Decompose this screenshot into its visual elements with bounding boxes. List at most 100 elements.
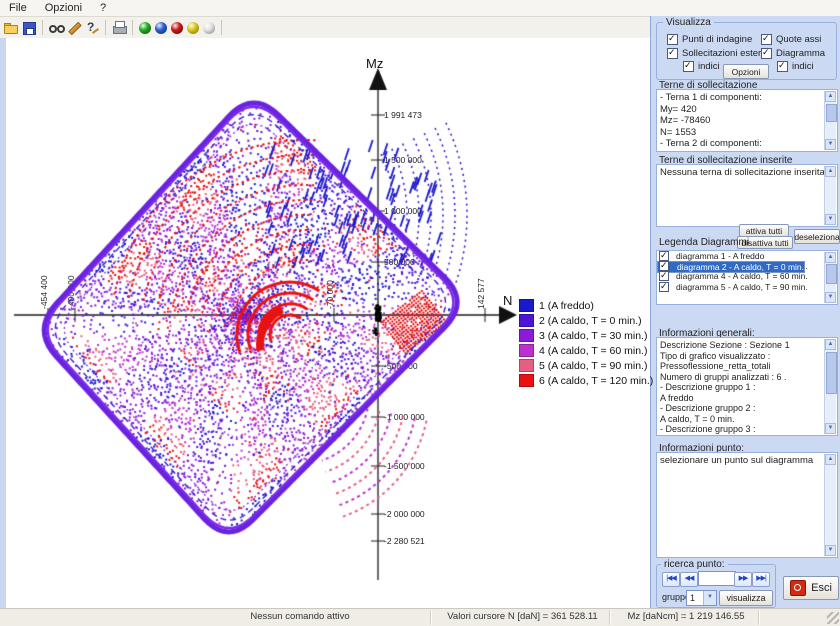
menu-bar: FileOpzioni?	[0, 0, 840, 17]
open-folder-icon[interactable]	[3, 20, 19, 36]
diagrammi-scrollbar[interactable]: ▲ ▼	[824, 252, 836, 303]
opzioni-button[interactable]: Opzioni	[723, 64, 769, 79]
info-generali-line: - Descrizione gruppo 3 :	[657, 424, 837, 435]
sphere-blue-icon[interactable]	[155, 22, 167, 34]
visualizza-checkbox-item[interactable]: Sollecitazioni esterne	[667, 48, 772, 59]
terne-scrollbar[interactable]: ▲ ▼	[824, 91, 836, 150]
legend-swatch	[519, 314, 534, 327]
info-punto-scrollbar[interactable]: ▲ ▼	[824, 454, 836, 556]
deseleziona-button[interactable]: deseleziona	[794, 229, 840, 244]
toolbar-separator	[105, 20, 106, 35]
info-generali-textbox[interactable]: Descrizione Sezione : Sezione 1Tipo di g…	[656, 337, 838, 436]
y-tick-label: 1 000 000	[384, 206, 422, 216]
status-cursor-n: Valori cursore N [daN] = 361 528.11	[435, 611, 610, 622]
terne-inserite-textbox[interactable]: Nessuna terna di sollecitazione inserita…	[656, 164, 838, 227]
sphere-red-icon[interactable]	[171, 22, 183, 34]
save-icon[interactable]	[21, 20, 37, 36]
scroll-thumb[interactable]	[826, 104, 837, 122]
visualizza-checkbox-item[interactable]: indici	[683, 61, 720, 72]
checkbox-icon[interactable]	[761, 34, 772, 45]
checkbox-icon[interactable]	[777, 61, 788, 72]
previous-point-button[interactable]	[680, 572, 698, 587]
checkbox-icon[interactable]	[667, 48, 678, 59]
scroll-down-icon[interactable]: ▼	[825, 139, 836, 150]
y-tick-label: -1 500 000	[384, 461, 425, 471]
scroll-up-icon[interactable]: ▲	[825, 339, 836, 350]
info-generali-line: A caldo, T = 0 min.	[657, 414, 837, 425]
diagramma-list-label: diagramma 2 - A caldo, T = 0 min.	[677, 262, 804, 272]
checkbox-icon[interactable]	[761, 48, 772, 59]
visualizza-checkbox-item[interactable]: Diagramma	[761, 48, 825, 59]
menu-help[interactable]: ?	[91, 0, 115, 16]
checkbox-icon[interactable]	[683, 61, 694, 72]
diagramma-list-item[interactable]: diagramma 5 - A caldo, T = 90 min.	[657, 282, 837, 292]
legend-row: 2 (A caldo, T = 0 min.)	[519, 313, 653, 328]
edit-pencil-icon[interactable]	[66, 20, 82, 36]
esci-button[interactable]: Esci	[783, 576, 839, 600]
sphere-green-icon[interactable]	[139, 22, 151, 34]
checkbox-icon[interactable]	[659, 282, 669, 292]
resize-grip[interactable]	[827, 612, 839, 624]
checkbox-label: Punti di indagine	[682, 34, 752, 45]
info-generali-line: Pressoflessione_retta_totali	[657, 361, 837, 372]
sphere-yellow-icon[interactable]	[187, 22, 199, 34]
first-point-button[interactable]	[662, 572, 680, 587]
visualizza-checkbox-item[interactable]: indici	[777, 61, 814, 72]
scroll-up-icon[interactable]: ▲	[825, 454, 836, 465]
scroll-down-icon[interactable]: ▼	[825, 292, 836, 303]
legend-row: 1 (A freddo)	[519, 298, 653, 313]
x-tick-label: -400 000	[66, 275, 76, 309]
scroll-up-icon[interactable]: ▲	[825, 166, 836, 177]
scroll-thumb[interactable]	[826, 264, 837, 284]
toolbar-separator	[42, 20, 43, 35]
visualizza-button[interactable]: visualizza	[719, 590, 773, 606]
y-tick-label: -2 000 000	[384, 509, 425, 519]
terne-inserite-scrollbar[interactable]: ▲ ▼	[824, 166, 836, 225]
sphere-white-icon[interactable]	[203, 22, 215, 34]
visualizza-groupbox: Visualizza Punti di indagineQuote assiSo…	[656, 22, 837, 80]
y-tick-label: -1 000 000	[384, 412, 425, 422]
info-punto-textbox[interactable]: selezionare un punto sul diagramma ▲ ▼	[656, 452, 838, 558]
y-tick-label: -500 000	[384, 361, 418, 371]
legend-row: 4 (A caldo, T = 60 min.)	[519, 343, 653, 358]
legend-swatch	[519, 359, 534, 372]
last-point-button[interactable]	[752, 572, 770, 587]
checkbox-icon[interactable]	[667, 34, 678, 45]
next-point-button[interactable]	[734, 572, 752, 587]
info-generali-line: Tipo di grafico visualizzato :	[657, 351, 837, 362]
checkbox-label: indici	[698, 61, 720, 72]
diagramma-list-label: diagramma 1 - A freddo	[676, 251, 764, 261]
terne-line: Mz= -78460	[657, 115, 837, 127]
info-generali-scrollbar[interactable]: ▲ ▼	[824, 339, 836, 434]
scroll-thumb[interactable]	[826, 352, 837, 394]
gruppo-select-value: 1	[687, 593, 703, 603]
terne-line: - Terna 1 di componenti:	[657, 92, 837, 104]
scroll-up-icon[interactable]: ▲	[825, 252, 836, 263]
menu-file[interactable]: File	[0, 0, 36, 16]
terne-textbox[interactable]: - Terna 1 di componenti:My= 420Mz= -7846…	[656, 89, 838, 152]
info-generali-line: Numero di gruppi analizzati : 6 .	[657, 372, 837, 383]
view-options-icon[interactable]	[48, 20, 64, 36]
x-axis-label: N	[503, 293, 512, 308]
print-icon[interactable]	[111, 20, 127, 36]
info-punto-line: selezionare un punto sul diagramma	[657, 455, 837, 467]
legend-row: 6 (A caldo, T = 120 min.)	[519, 373, 653, 388]
ricerca-punto-title: ricerca punto:	[661, 559, 728, 570]
plot-area[interactable]: Mz N 1 991 4731 500 0001 000 000500 000-…	[0, 38, 650, 608]
scroll-down-icon[interactable]: ▼	[825, 214, 836, 225]
toolbar	[0, 17, 652, 39]
scroll-down-icon[interactable]: ▼	[825, 545, 836, 556]
chevron-down-icon: ▼	[703, 591, 716, 605]
diagramma-list-item[interactable]: diagramma 1 - A freddo	[657, 251, 837, 261]
scroll-up-icon[interactable]: ▲	[825, 91, 836, 102]
help-edit-icon[interactable]	[84, 20, 100, 36]
gruppo-select[interactable]: 1 ▼	[686, 590, 717, 606]
window-edge-strip	[0, 38, 6, 608]
scroll-down-icon[interactable]: ▼	[825, 423, 836, 434]
menu-opzioni[interactable]: Opzioni	[36, 0, 91, 16]
diagrammi-list[interactable]: diagramma 1 - A freddodiagramma 2 - A ca…	[656, 250, 838, 305]
visualizza-checkbox-item[interactable]: Quote assi	[761, 34, 821, 45]
diagramma-list-item[interactable]: diagramma 2 - A caldo, T = 0 min.	[657, 261, 805, 273]
visualizza-checkbox-item[interactable]: Punti di indagine	[667, 34, 752, 45]
ricerca-punto-input[interactable]	[698, 571, 736, 586]
